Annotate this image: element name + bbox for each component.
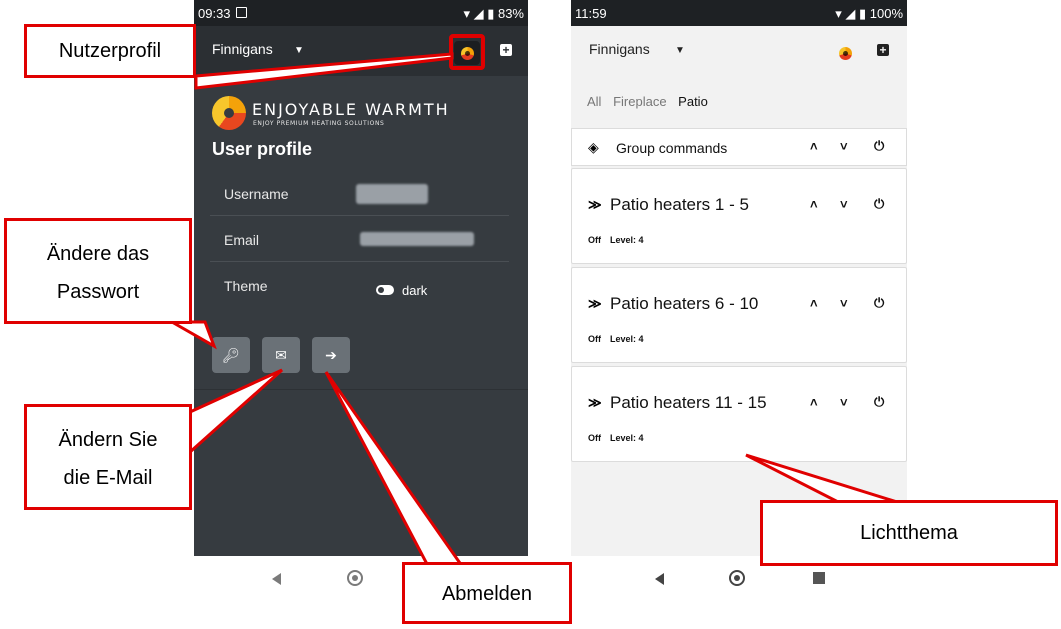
callout-change-password: Ändere das Passwort bbox=[4, 218, 192, 324]
callout-abmelden: Abmelden bbox=[402, 562, 572, 624]
arrow-passwort bbox=[166, 320, 217, 350]
arrow-lichtthema bbox=[745, 453, 911, 508]
arrow-abmelden bbox=[324, 371, 465, 568]
callout-lichtthema: Lichtthema bbox=[760, 500, 1058, 566]
callout-change-email: Ändern Sie die E-Mail bbox=[24, 404, 192, 510]
callout-nutzerprofil: Nutzerprofil bbox=[24, 24, 196, 78]
arrow-nutzerprofil bbox=[194, 52, 454, 90]
arrow-email bbox=[188, 368, 283, 456]
